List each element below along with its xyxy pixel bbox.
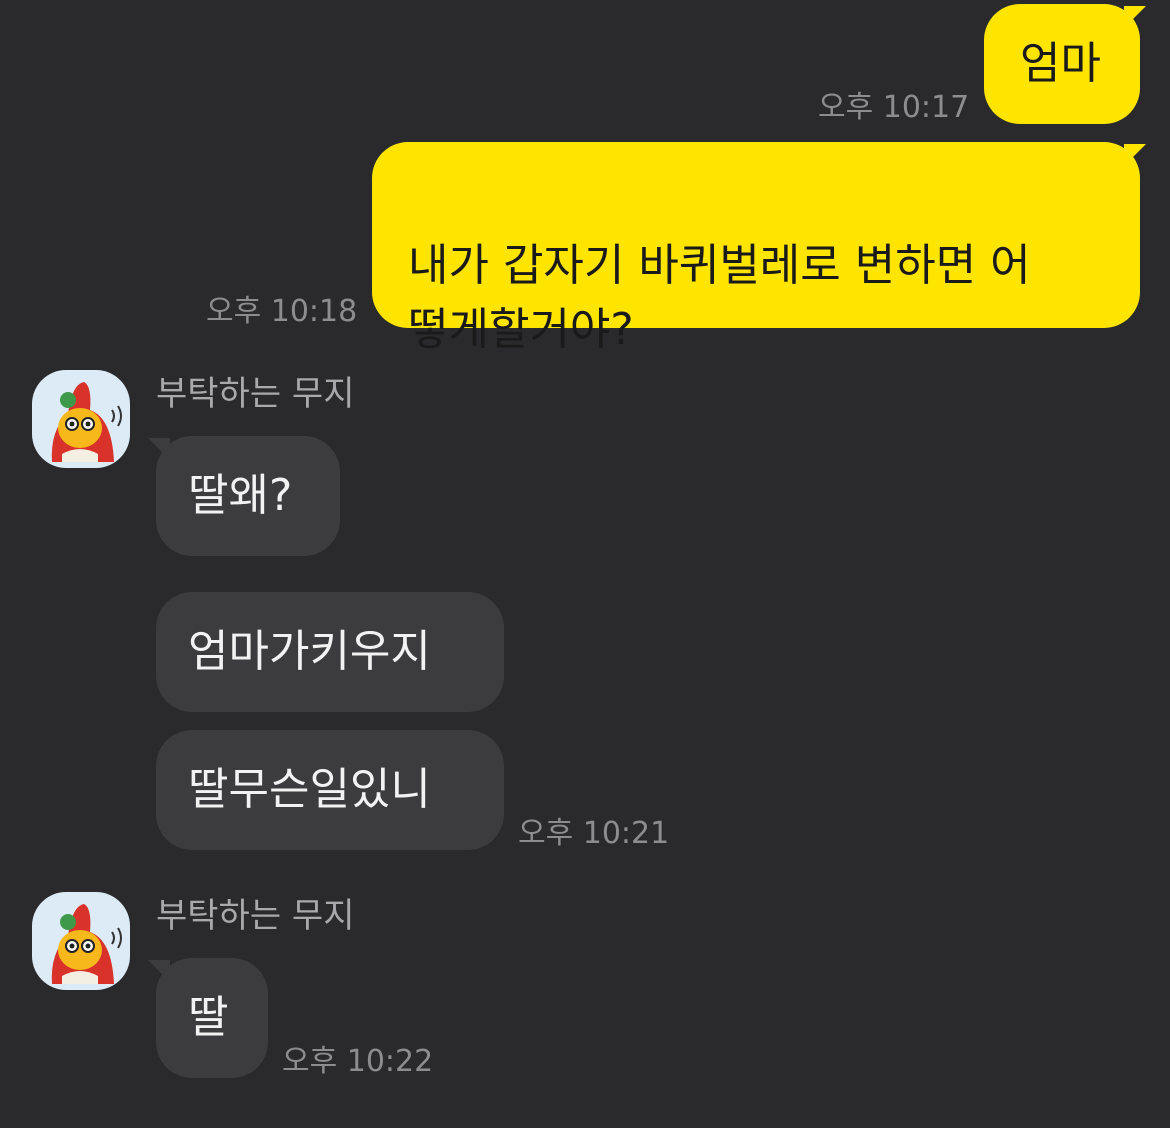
message-time: 오후 10:18 [206, 294, 358, 329]
profile-avatar[interactable] [32, 892, 130, 990]
other-message-bubble[interactable]: 딸무슨일있니 [156, 730, 504, 850]
bubble-tail [1124, 144, 1146, 166]
profile-avatar[interactable] [32, 370, 130, 468]
message-time: 오후 10:22 [282, 1044, 434, 1079]
my-message-bubble[interactable]: 엄마 [984, 4, 1140, 124]
message-text: 딸왜? [188, 470, 293, 521]
message-text: 엄마가키우지 [188, 626, 431, 677]
message-time: 오후 10:17 [818, 90, 970, 125]
sender-name: 부탁하는 무지 [156, 896, 355, 936]
message-text: 딸 [188, 992, 229, 1043]
message-text: 엄마 [1020, 38, 1101, 89]
other-message-bubble[interactable]: 딸왜? [156, 436, 340, 556]
muzi-avatar-icon [51, 904, 122, 984]
other-message-bubble[interactable]: 딸 [156, 958, 268, 1078]
bubble-tail [1124, 6, 1146, 28]
message-text: 내가 갑자기 바퀴벌레로 변하면 어 떻게할거야? [408, 240, 1031, 355]
sender-name: 부탁하는 무지 [156, 374, 355, 414]
message-text: 딸무슨일있니 [188, 764, 431, 815]
my-message-bubble[interactable]: 내가 갑자기 바퀴벌레로 변하면 어 떻게할거야? [372, 142, 1140, 355]
other-message-bubble[interactable]: 엄마가키우지 [156, 592, 504, 712]
message-time: 오후 10:21 [518, 816, 670, 851]
bubble-tail [148, 960, 170, 982]
muzi-avatar-icon [51, 382, 122, 462]
bubble-tail [148, 438, 170, 460]
